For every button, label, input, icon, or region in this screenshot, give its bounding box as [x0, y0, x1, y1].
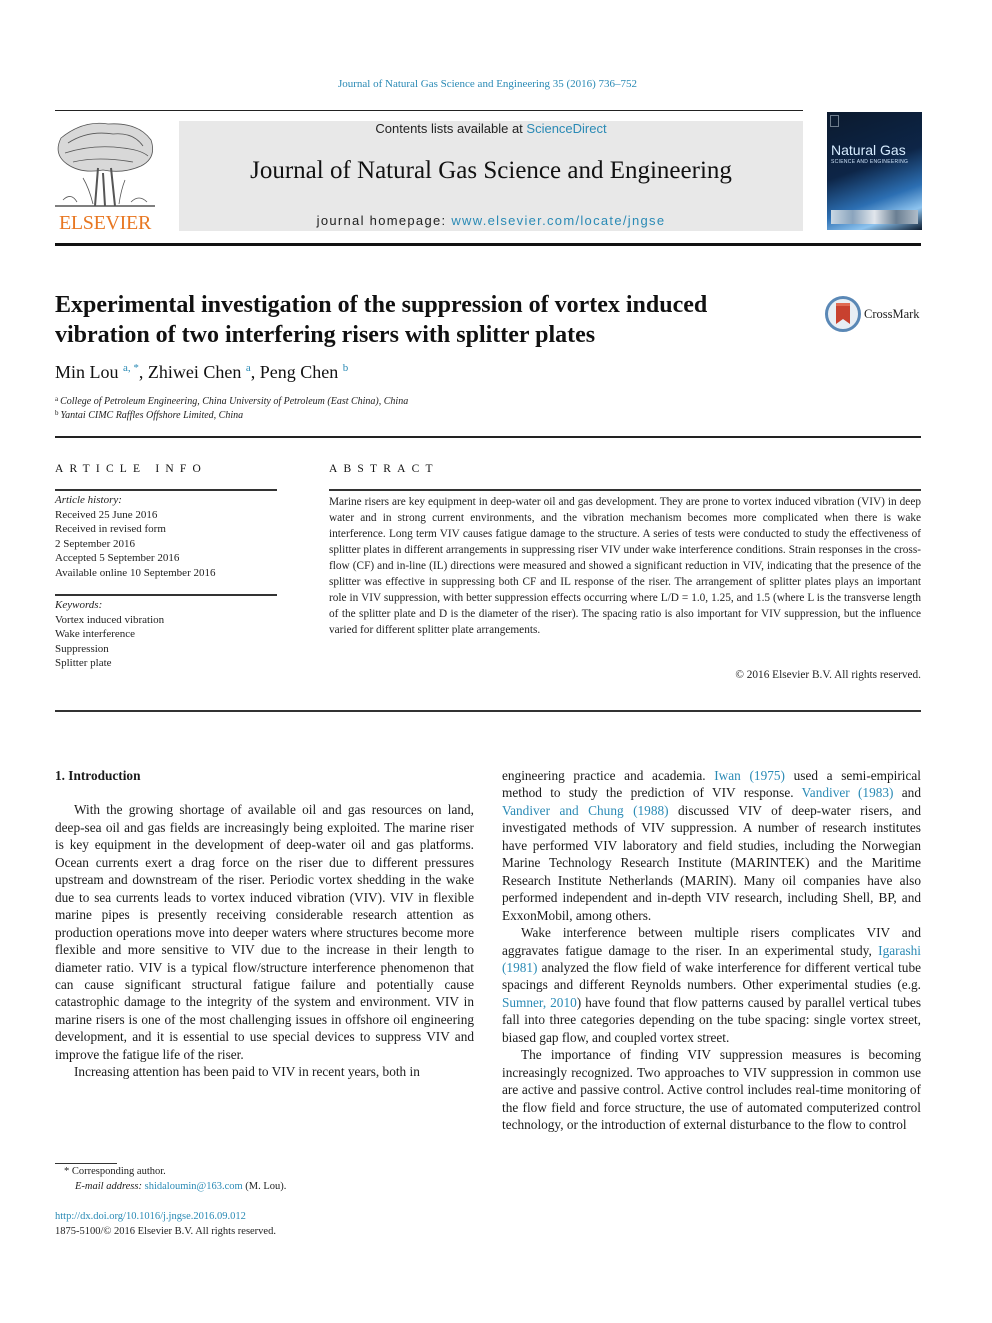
- history-item: Available online 10 September 2016: [55, 566, 216, 579]
- author-affiliation-mark[interactable]: a, *: [123, 362, 139, 374]
- journal-header-box: Contents lists available at ScienceDirec…: [179, 121, 803, 231]
- journal-homepage-link[interactable]: www.elsevier.com/locate/jngse: [451, 213, 665, 228]
- history-item: 2 September 2016: [55, 537, 136, 550]
- crossmark-icon: [825, 296, 861, 332]
- citation-link[interactable]: Vandiver and Chung (1988): [502, 803, 669, 818]
- abstract-rule: [329, 489, 921, 491]
- doi-link[interactable]: http://dx.doi.org/10.1016/j.jngse.2016.0…: [55, 1211, 246, 1222]
- keyword: Suppression: [55, 642, 109, 655]
- contents-available: Contents lists available at ScienceDirec…: [375, 121, 607, 136]
- body-column-left: 1. Introduction With the growing shortag…: [55, 767, 474, 1081]
- sciencedirect-link[interactable]: ScienceDirect: [526, 121, 606, 136]
- paragraph: engineering practice and academia. Iwan …: [502, 768, 921, 923]
- author-list: Min Lou a, *, Zhiwei Chen a, Peng Chen b: [55, 362, 349, 382]
- section-divider: [55, 710, 921, 712]
- citation-link[interactable]: Vandiver (1983): [802, 785, 894, 800]
- keyword: Wake interference: [55, 628, 136, 640]
- cover-photo-strip: [831, 210, 918, 224]
- abstract-copyright: © 2016 Elsevier B.V. All rights reserved…: [735, 669, 921, 681]
- paragraph: The importance of finding VIV suppressio…: [502, 1047, 921, 1133]
- citation-link[interactable]: Sumner, 2010: [502, 995, 577, 1010]
- paragraph: Wake interference between multiple riser…: [502, 925, 922, 1045]
- author-name[interactable]: Zhiwei Chen: [148, 362, 241, 382]
- email-note: E-mail address: shidaloumin@163.com (M. …: [75, 1181, 287, 1192]
- journal-cover-image[interactable]: Natural Gas SCIENCE AND ENGINEERING: [827, 112, 922, 230]
- journal-homepage: journal homepage: www.elsevier.com/locat…: [316, 213, 666, 228]
- keywords-rule: [55, 594, 277, 596]
- affiliation: b Yantai CIMC Raffles Offshore Limited, C…: [55, 409, 244, 421]
- history-item: Received 25 June 2016: [55, 508, 158, 521]
- keyword: Splitter plate: [55, 657, 112, 669]
- abstract-heading: ABSTRACT: [329, 463, 439, 475]
- article-info-heading: ARTICLE INFO: [55, 463, 207, 475]
- section-heading: 1. Introduction: [55, 768, 141, 783]
- author-email-link[interactable]: shidaloumin@163.com: [145, 1181, 243, 1192]
- author-affiliation-mark[interactable]: a: [246, 362, 251, 374]
- author-name[interactable]: Peng Chen: [260, 362, 339, 382]
- history-item: Received in revised form: [55, 523, 166, 535]
- footnote-rule: [55, 1163, 117, 1164]
- body-column-right: engineering practice and academia. Iwan …: [502, 767, 921, 1134]
- crossmark-button[interactable]: CrossMark: [825, 296, 920, 332]
- abstract-text: Marine risers are key equipment in deep-…: [329, 496, 921, 636]
- journal-name: Journal of Natural Gas Science and Engin…: [250, 157, 732, 184]
- header-bottom-rule: [55, 243, 921, 246]
- history-item: Accepted 5 September 2016: [55, 552, 180, 564]
- cover-publisher-mark: [830, 115, 839, 127]
- elsevier-wordmark[interactable]: ELSEVIER: [53, 212, 157, 235]
- article-info-rule: [55, 489, 277, 491]
- article-history: Article history: Received 25 June 2016 R…: [55, 494, 216, 579]
- affiliation: a College of Petroleum Engineering, China…: [55, 395, 409, 407]
- article-title: Experimental investigation of the suppre…: [55, 292, 708, 348]
- paragraph: With the growing shortage of available o…: [55, 802, 474, 1062]
- cover-subtitle: SCIENCE AND ENGINEERING: [831, 159, 909, 165]
- issn-copyright: 1875-5100/© 2016 Elsevier B.V. All right…: [55, 1226, 276, 1237]
- header-top-rule: [55, 110, 803, 111]
- cover-title: Natural Gas: [831, 142, 906, 158]
- paragraph: Increasing attention has been paid to VI…: [74, 1064, 420, 1080]
- corresponding-author-note: * Corresponding author.: [64, 1166, 166, 1177]
- citation-link[interactable]: Iwan (1975): [714, 768, 785, 783]
- running-head-citation[interactable]: Journal of Natural Gas Science and Engin…: [0, 78, 975, 90]
- keywords: Keywords: Vortex induced vibration Wake …: [55, 599, 165, 669]
- author-affiliation-mark[interactable]: b: [343, 362, 349, 374]
- crossmark-label: CrossMark: [864, 306, 920, 321]
- author-name[interactable]: Min Lou: [55, 362, 119, 382]
- keyword: Vortex induced vibration: [55, 613, 165, 626]
- section-divider: [55, 436, 921, 438]
